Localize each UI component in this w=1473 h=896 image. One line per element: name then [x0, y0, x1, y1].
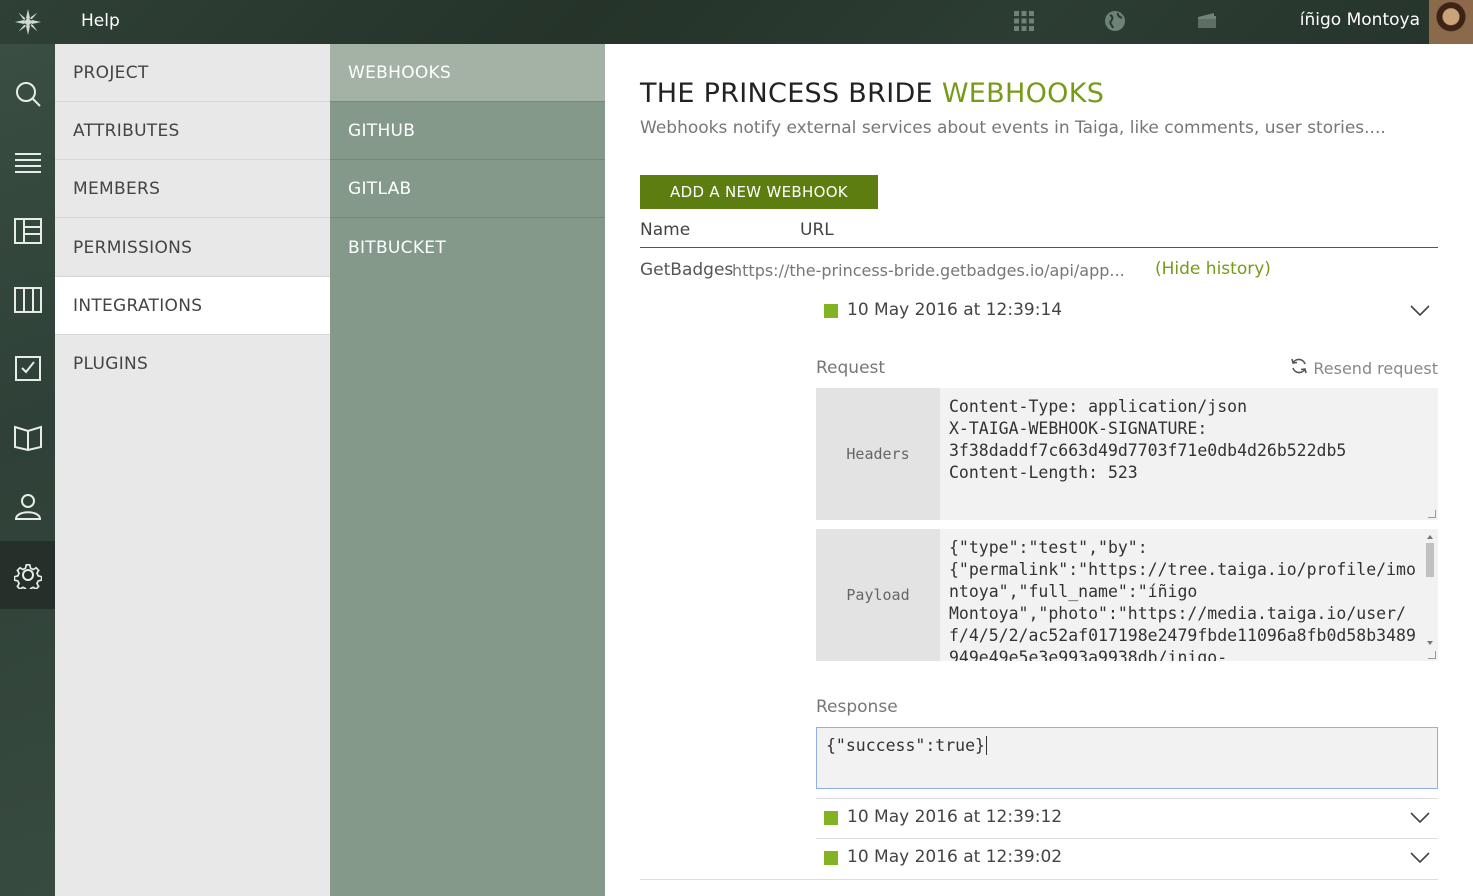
add-webhook-button[interactable]: ADD A NEW WEBHOOK — [640, 175, 878, 209]
menu-item-permissions[interactable]: PERMISSIONS — [55, 219, 330, 277]
menu-item-plugins[interactable]: PLUGINS — [55, 335, 330, 393]
response-text: {"success":true} — [826, 736, 985, 755]
resize-handle-icon[interactable] — [1428, 651, 1436, 659]
divider — [640, 879, 1438, 880]
wiki-icon[interactable] — [0, 403, 55, 471]
submenu-item-webhooks[interactable]: WEBHOOKS — [330, 44, 605, 102]
headers-label: Headers — [816, 388, 940, 520]
menu-item-integrations[interactable]: INTEGRATIONS — [55, 277, 330, 335]
refresh-icon — [1290, 357, 1308, 379]
folder-icon[interactable] — [1195, 9, 1219, 33]
payload-box: Payload {"type":"test","by": {"permalink… — [816, 529, 1438, 661]
projects-grid-icon[interactable] — [1012, 9, 1036, 33]
status-indicator — [824, 811, 838, 825]
integrations-submenu: WEBHOOKS GITHUB GITLAB BITBUCKET — [330, 44, 605, 896]
text-cursor — [985, 736, 987, 755]
payload-scrollbar[interactable] — [1424, 533, 1436, 653]
submenu-item-github[interactable]: GITHUB — [330, 102, 605, 160]
response-label: Response — [816, 697, 898, 717]
request-label: Request — [816, 358, 886, 378]
menu-item-attributes[interactable]: ATTRIBUTES — [55, 102, 330, 160]
chevron-down-icon[interactable] — [1410, 809, 1430, 828]
search-icon[interactable] — [0, 60, 55, 128]
help-link[interactable]: Help — [81, 11, 120, 31]
backlog-icon[interactable] — [0, 129, 55, 197]
resize-handle-icon[interactable] — [1428, 510, 1436, 518]
page-subtitle: Webhooks notify external services about … — [640, 118, 1386, 138]
submenu-item-gitlab[interactable]: GITLAB — [330, 160, 605, 218]
admin-menu: PROJECT ATTRIBUTES MEMBERS PERMISSIONS I… — [55, 44, 330, 896]
webhook-url[interactable]: https://the-princess-bride.getbadges.io/… — [732, 261, 1146, 280]
navigation-rail — [0, 44, 55, 896]
payload-label: Payload — [816, 529, 940, 661]
resend-request-label: Resend request — [1313, 358, 1438, 378]
resend-request-button[interactable]: Resend request — [1290, 357, 1438, 379]
log-date: 10 May 2016 at 12:39:12 — [847, 807, 1063, 827]
status-indicator — [824, 851, 838, 865]
kanban-icon[interactable] — [0, 197, 55, 265]
title-project: THE PRINCESS BRIDE — [640, 78, 933, 109]
globe-icon[interactable] — [1103, 9, 1127, 33]
chevron-down-icon[interactable] — [1410, 849, 1430, 868]
column-url: URL — [800, 220, 834, 240]
headers-box: Headers Content-Type: application/json X… — [816, 388, 1438, 520]
response-textarea[interactable]: {"success":true} — [816, 727, 1438, 789]
column-name: Name — [640, 220, 691, 240]
webhook-name[interactable]: GetBadges — [640, 260, 733, 280]
log-date: 10 May 2016 at 12:39:02 — [847, 847, 1063, 867]
main-content: THE PRINCESS BRIDE WEBHOOKS Webhooks not… — [605, 44, 1473, 896]
status-indicator — [824, 304, 838, 318]
submenu-item-bitbucket[interactable]: BITBUCKET — [330, 219, 605, 277]
headers-textarea[interactable]: Content-Type: application/json X-TAIGA-W… — [949, 396, 1422, 484]
taiga-logo-icon[interactable] — [0, 0, 55, 44]
team-icon[interactable] — [0, 472, 55, 540]
log-entry[interactable]: 10 May 2016 at 12:39:02 — [816, 838, 1438, 878]
tasks-icon[interactable] — [0, 334, 55, 402]
title-section: WEBHOOKS — [941, 78, 1105, 109]
log-entry[interactable]: 10 May 2016 at 12:39:12 — [816, 798, 1438, 838]
payload-textarea[interactable]: {"type":"test","by": {"permalink":"https… — [949, 537, 1422, 661]
issues-icon[interactable] — [0, 266, 55, 334]
settings-icon[interactable] — [0, 541, 55, 609]
page-title: THE PRINCESS BRIDE WEBHOOKS — [640, 78, 1104, 109]
user-name[interactable]: íñigo Montoya — [1300, 10, 1420, 30]
hide-history-link[interactable]: (Hide history) — [1155, 259, 1271, 279]
menu-item-members[interactable]: MEMBERS — [55, 160, 330, 218]
top-bar: Help íñigo Montoya — [0, 0, 1473, 44]
log-date: 10 May 2016 at 12:39:14 — [847, 300, 1063, 320]
chevron-down-icon[interactable] — [1410, 302, 1430, 321]
menu-item-project[interactable]: PROJECT — [55, 44, 330, 102]
avatar[interactable] — [1429, 0, 1473, 44]
table-header: Name URL — [640, 218, 1438, 248]
log-entry[interactable]: 10 May 2016 at 12:39:14 — [816, 292, 1438, 332]
